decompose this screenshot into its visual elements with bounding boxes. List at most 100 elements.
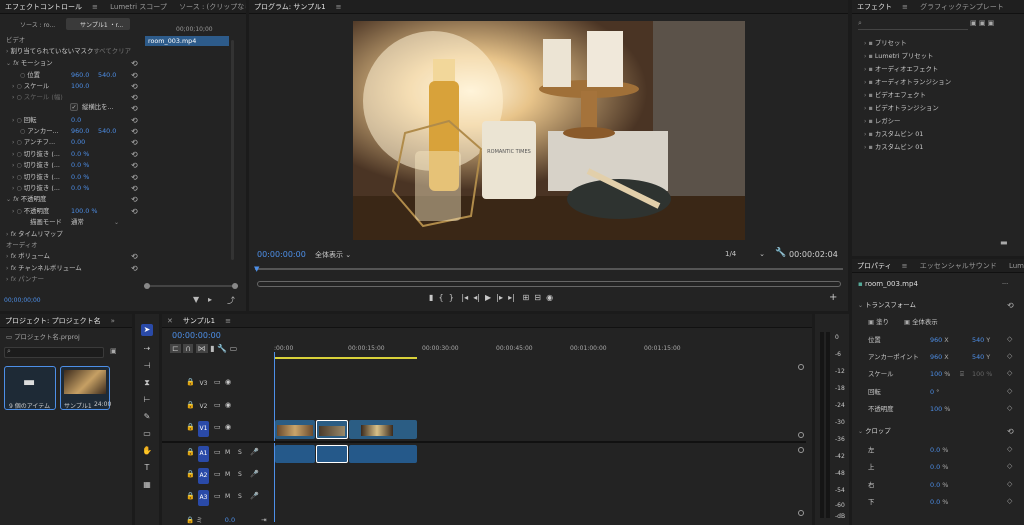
video-clip-1[interactable]: [275, 420, 315, 439]
audio-clip-2[interactable]: [316, 445, 348, 463]
sequence-thumbnail[interactable]: サンプル1 24:00: [60, 366, 111, 410]
reset-icon[interactable]: ⟲: [131, 206, 138, 217]
motion-reset-icon[interactable]: ⟲: [131, 58, 138, 69]
audio-clip-1[interactable]: [275, 445, 315, 463]
blend-mode-select[interactable]: 通常 ⌄: [71, 217, 119, 228]
volume-row[interactable]: › fx ボリューム: [6, 251, 50, 262]
tab-lumetri-scopes[interactable]: Lumetri スコープ: [105, 0, 172, 13]
keyframe-icon[interactable]: ◇: [1007, 352, 1012, 360]
lock-icon[interactable]: 🔒: [186, 470, 195, 478]
play-audio-icon[interactable]: ▸: [208, 295, 212, 304]
effects-item[interactable]: › ▪ ビデオエフェクト: [864, 90, 926, 101]
prop-value-2[interactable]: 100 %: [972, 369, 992, 380]
panner-row[interactable]: › fx パンナー: [6, 274, 44, 285]
program-scrubber[interactable]: [255, 268, 843, 270]
reset-icon[interactable]: ⟲: [131, 92, 138, 103]
reset-icon[interactable]: ⟲: [131, 103, 138, 114]
fit-select[interactable]: 全体表示 ⌄: [315, 250, 351, 260]
keyframe-icon[interactable]: ◇: [1007, 335, 1012, 343]
sync-icon[interactable]: ▭: [214, 401, 221, 409]
keyframe-icon[interactable]: ◇: [1007, 480, 1012, 488]
transform-reset-icon[interactable]: ⟲: [1007, 300, 1014, 311]
track-target-v1[interactable]: V1: [198, 421, 209, 437]
mic-icon[interactable]: 🎤: [250, 448, 259, 456]
effects-item[interactable]: › ▪ レガシー: [864, 116, 900, 127]
track-select-tool-icon[interactable]: ⇢: [141, 343, 153, 355]
keyframe-icon[interactable]: ◇: [1007, 497, 1012, 505]
zoom-scroll[interactable]: [257, 281, 841, 287]
prop-value[interactable]: 960 X: [930, 335, 949, 346]
effects-item[interactable]: › ▪ プリセット: [864, 38, 907, 49]
razor-tool-icon[interactable]: ⧗: [141, 377, 153, 389]
in-point-icon[interactable]: {: [439, 293, 444, 302]
prop-value-2[interactable]: 540.0: [98, 126, 116, 137]
crop-value[interactable]: 0.0 %: [930, 480, 948, 491]
uniform-scale-checkbox[interactable]: ✓: [70, 103, 78, 111]
project-title[interactable]: プロジェクト: プロジェクト名: [0, 314, 106, 327]
sync-icon[interactable]: ▭: [214, 423, 221, 431]
effects-item[interactable]: › ▪ カスタムビン 01: [864, 129, 923, 140]
keyframe-icon[interactable]: ◇: [1007, 462, 1012, 470]
resolution-select[interactable]: 1/4 ⌄: [725, 250, 765, 258]
lock-icon[interactable]: 🔒: [186, 516, 194, 524]
mask-clear-button[interactable]: すべてクリア: [93, 47, 131, 55]
link-icon[interactable]: ⌸: [960, 369, 964, 380]
solo-button[interactable]: S: [238, 471, 242, 478]
menu-icon[interactable]: ≡: [87, 0, 103, 13]
scroll-handle-left[interactable]: [144, 283, 150, 289]
sync-icon[interactable]: ▭: [214, 492, 221, 500]
filter-icon[interactable]: ▼: [193, 295, 199, 304]
reset-icon[interactable]: ⟲: [131, 70, 138, 81]
bin-thumbnail[interactable]: ▬ 9 個のアイテム: [4, 366, 56, 410]
prop-value-2[interactable]: 540.0: [98, 70, 116, 81]
effects-item[interactable]: › ▪ オーディオトランジション: [864, 77, 951, 88]
timeline-vscroll-bottom[interactable]: [798, 432, 804, 438]
timeline-ruler[interactable]: :00:00 00:00:15:00 00:00:30:00 00:00:45:…: [274, 342, 806, 360]
keyframe-icon[interactable]: ◇: [1007, 387, 1012, 395]
timeline-vscroll-bottom-audio[interactable]: [798, 510, 804, 516]
video-clip-3[interactable]: [349, 420, 417, 439]
step-back-icon[interactable]: ◂|: [473, 293, 480, 302]
eye-icon[interactable]: ◉: [225, 401, 231, 409]
effect-controls-vscroll[interactable]: [231, 40, 234, 260]
opacity-row[interactable]: ⌄ fx 不透明度: [6, 194, 46, 205]
prop-value[interactable]: 100.0: [71, 81, 89, 92]
timeline-timecode[interactable]: 00:00:00:00: [172, 331, 221, 340]
overflow-icon[interactable]: »: [106, 314, 120, 327]
channel-volume-row[interactable]: › fx チャンネルボリューム: [6, 263, 82, 274]
prop-value[interactable]: 960.0: [71, 126, 89, 137]
out-point-icon[interactable]: }: [449, 293, 454, 302]
tab-graphics-templates[interactable]: グラフィックテンプレート: [915, 0, 1009, 13]
tab-source-none[interactable]: ソース : (クリップなし): [174, 0, 246, 13]
tab-properties[interactable]: プロパティ: [852, 259, 897, 272]
export-frame-icon[interactable]: ◉: [546, 293, 553, 302]
effects-search-input[interactable]: [858, 20, 968, 30]
scroll-handle-right[interactable]: [232, 283, 238, 289]
reset-icon[interactable]: ⟲: [131, 183, 138, 194]
snap-icon[interactable]: ∩: [183, 344, 194, 353]
mic-icon[interactable]: 🎤: [250, 492, 259, 500]
lock-icon[interactable]: 🔒: [186, 378, 195, 386]
close-icon[interactable]: ✕: [162, 314, 178, 327]
menu-icon[interactable]: ≡: [331, 0, 347, 13]
mute-button[interactable]: M: [225, 471, 230, 478]
prop-value[interactable]: 960.0: [71, 70, 89, 81]
project-search-input[interactable]: [4, 347, 104, 358]
opacity-value[interactable]: 100.0 %: [71, 206, 97, 217]
track-target-v2[interactable]: V2: [198, 399, 209, 415]
prop-value[interactable]: 0.00: [71, 137, 85, 148]
solo-button[interactable]: S: [238, 493, 242, 500]
track-divider[interactable]: [162, 441, 806, 443]
keyframe-icon[interactable]: ◇: [1007, 445, 1012, 453]
hand-tool-icon[interactable]: ✋: [141, 445, 153, 457]
properties-more-icon[interactable]: ···: [1002, 279, 1008, 290]
work-area-bar[interactable]: [274, 357, 417, 359]
linked-selection-icon[interactable]: ⋈: [195, 344, 208, 353]
tab-lumetri[interactable]: Lume: [1004, 259, 1024, 272]
ripple-edit-tool-icon[interactable]: ⊣: [141, 360, 153, 372]
mute-button[interactable]: M: [225, 449, 230, 456]
crop-value[interactable]: 0.0 %: [930, 497, 948, 508]
add-button[interactable]: +: [829, 292, 837, 303]
eye-icon[interactable]: ◉: [225, 378, 231, 386]
prop-value[interactable]: 0 °: [930, 387, 939, 398]
